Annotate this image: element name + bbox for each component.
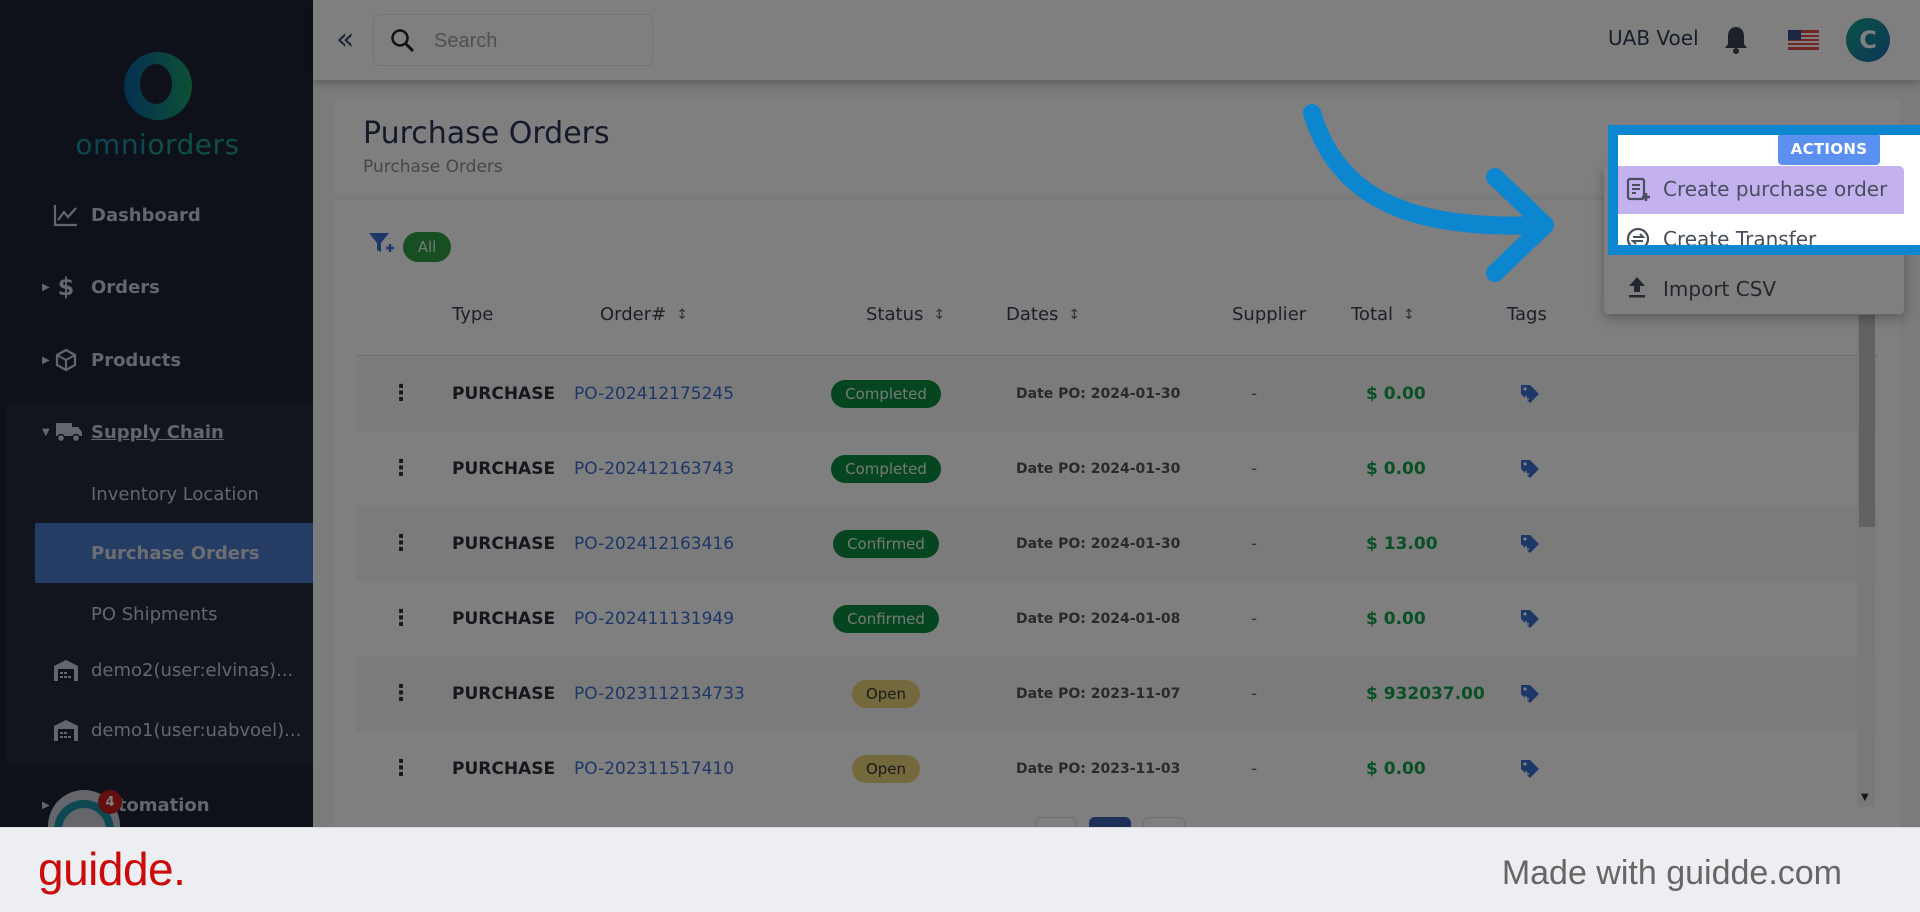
- actions-button[interactable]: ACTIONS: [1778, 135, 1880, 165]
- guidde-logo: guidde.: [38, 843, 186, 895]
- transfer-icon: [1626, 227, 1650, 245]
- menu-item-label: Create purchase order: [1663, 177, 1888, 201]
- tutorial-arrow-icon: [1290, 95, 1560, 289]
- made-with-text: Made with guidde.com: [1501, 854, 1842, 892]
- app-window: omniorders Dashboard ▶ $ Orders ▶ Produc…: [0, 0, 1920, 827]
- menu-item-create-purchase-order-highlighted[interactable]: Create purchase order: [1618, 166, 1904, 214]
- guidde-footer: guidde. Made with guidde.com: [0, 827, 1920, 912]
- menu-item-label: Create Transfer: [1663, 227, 1817, 251]
- create-document-icon: [1626, 177, 1650, 207]
- menu-item-create-transfer-highlighted[interactable]: Create Transfer: [1618, 214, 1904, 251]
- tutorial-highlight-frame: ACTIONS Create purchase order Create Tra…: [1608, 125, 1920, 255]
